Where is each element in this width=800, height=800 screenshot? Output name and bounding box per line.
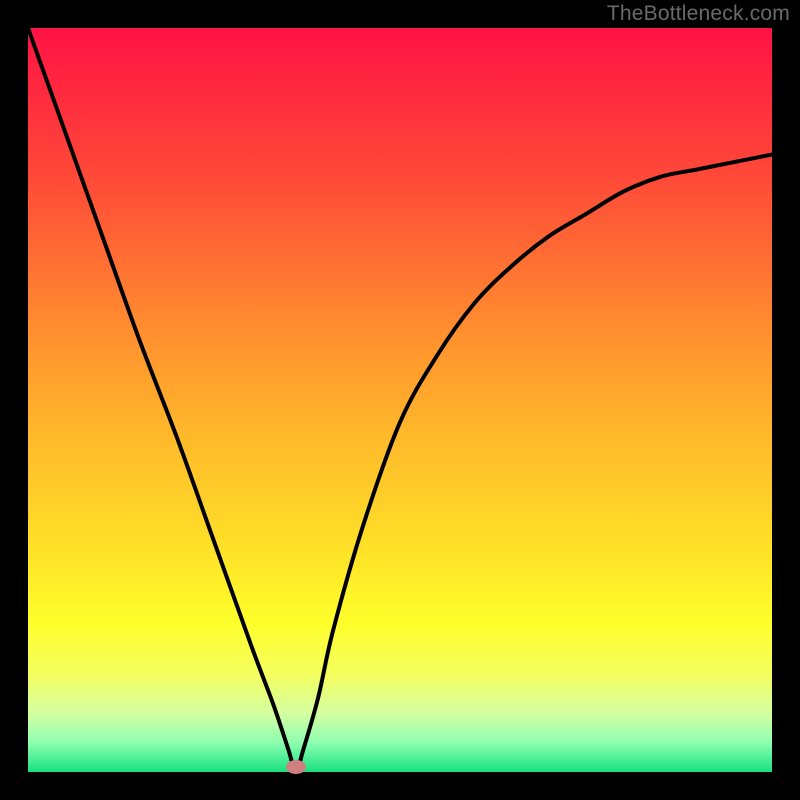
chart-frame: TheBottleneck.com — [0, 0, 800, 800]
watermark-text: TheBottleneck.com — [607, 2, 790, 26]
curve-layer — [28, 28, 772, 772]
bottleneck-curve — [28, 28, 772, 772]
plot-area — [28, 28, 772, 772]
minimum-marker — [286, 760, 306, 774]
